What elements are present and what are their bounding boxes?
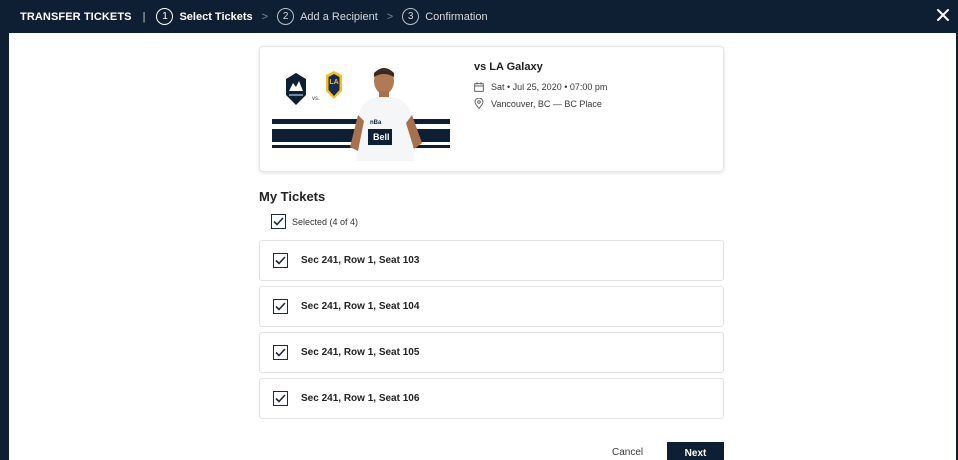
la-galaxy-badge-text: LA (329, 79, 339, 86)
close-icon (937, 9, 949, 21)
ticket-row-seat-104[interactable]: Sec 241, Row 1, Seat 104 (259, 286, 724, 327)
checkmark-icon (275, 394, 286, 403)
chevron-right-icon: > (261, 10, 269, 23)
event-banner-image (272, 57, 450, 161)
event-info: vs LA Galaxy Sat • Jul 25, 2020 • 07:00 … (474, 61, 607, 109)
step-add-recipient[interactable]: 2 Add a Recipient (277, 8, 378, 25)
ticket-row-seat-103[interactable]: Sec 241, Row 1, Seat 103 (259, 240, 724, 281)
chevron-right-icon: > (386, 10, 394, 23)
ticket-row-seat-106[interactable]: Sec 241, Row 1, Seat 106 (259, 378, 724, 419)
event-title: vs LA Galaxy (474, 61, 543, 73)
event-date: Sat • Jul 25, 2020 • 07:00 pm (491, 82, 608, 92)
jersey-sponsor-text: Bell (373, 132, 390, 142)
page-title: TRANSFER TICKETS (20, 10, 132, 23)
step-label: Add a Recipient (300, 10, 378, 23)
select-all-checkbox[interactable]: Selected (4 of 4) (271, 214, 358, 229)
close-button[interactable] (934, 6, 952, 24)
event-banner: vs. LA nBa Bell (272, 57, 450, 161)
checkbox[interactable] (271, 214, 286, 229)
checkmark-icon (275, 256, 286, 265)
window-frame-left (0, 0, 9, 460)
ticket-label: Sec 241, Row 1, Seat 105 (301, 347, 420, 358)
ticket-label: Sec 241, Row 1, Seat 104 (301, 301, 420, 312)
ticket-label: Sec 241, Row 1, Seat 106 (301, 393, 420, 404)
event-venue: Vancouver, BC — BC Place (491, 98, 602, 109)
step-number: 2 (277, 8, 295, 25)
step-confirmation[interactable]: 3 Confirmation (402, 8, 488, 25)
top-bar: TRANSFER TICKETS | 1 Select Tickets > 2 … (0, 0, 958, 33)
checkbox[interactable] (273, 345, 288, 360)
checkbox[interactable] (273, 253, 288, 268)
step-select-tickets[interactable]: 1 Select Tickets (156, 8, 253, 25)
step-number: 1 (156, 8, 174, 25)
checkmark-icon (275, 302, 286, 311)
ticket-label: Sec 241, Row 1, Seat 103 (301, 255, 420, 266)
my-tickets-heading: My Tickets (259, 189, 326, 204)
select-all-label: Selected (4 of 4) (292, 216, 359, 227)
jersey-mark: nBa (370, 120, 382, 126)
event-card: vs. LA nBa Bell vs LA Galaxy Sat • Jul 2… (259, 46, 724, 172)
step-label: Confirmation (425, 10, 488, 23)
title-separator: | (142, 10, 146, 23)
event-venue-row: Vancouver, BC — BC Place (474, 98, 607, 109)
step-number: 3 (402, 8, 420, 25)
calendar-icon (474, 82, 484, 92)
checkbox[interactable] (273, 299, 288, 314)
checkbox[interactable] (273, 391, 288, 406)
versus-label: vs. (312, 96, 320, 102)
step-label: Select Tickets (179, 10, 253, 23)
location-pin-icon (474, 98, 484, 109)
checkmark-icon (273, 217, 284, 226)
cancel-button[interactable]: Cancel (612, 447, 643, 458)
checkmark-icon (275, 348, 286, 357)
event-date-row: Sat • Jul 25, 2020 • 07:00 pm (474, 82, 607, 92)
next-button[interactable]: Next (667, 442, 724, 460)
ticket-row-seat-105[interactable]: Sec 241, Row 1, Seat 105 (259, 332, 724, 373)
